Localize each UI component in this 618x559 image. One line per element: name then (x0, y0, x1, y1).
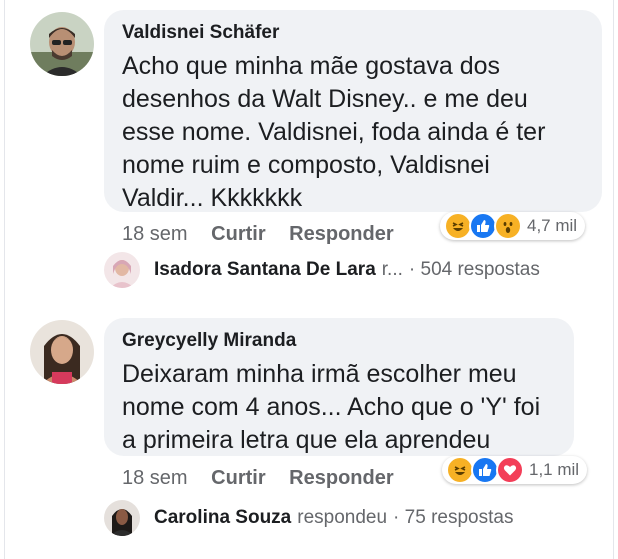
reply-action: r... (381, 259, 403, 280)
reply-avatar (104, 500, 140, 536)
reply-count: · 504 respostas (408, 259, 540, 280)
avatar[interactable] (30, 12, 94, 76)
view-replies-link[interactable]: Isadora Santana De Lara r... · 504 respo… (104, 252, 540, 288)
comment-text-line: desenhos da Walt Disney.. e me deu (122, 85, 528, 113)
wow-icon (494, 212, 522, 240)
comment-text: Acho que minha mãe gostava dos desenhos … (122, 50, 545, 215)
reply-avatar (104, 252, 140, 288)
reply-author: Isadora Santana De Lara (154, 259, 376, 280)
comment-actions: 18 sem Curtir Responder (122, 467, 412, 490)
reaction-count: 1,1 mil (529, 460, 580, 479)
frame-border-right (613, 0, 614, 559)
comment-author[interactable]: Valdisnei Schäfer (122, 22, 279, 44)
comment-text-line: a primeira letra que ela aprendeu (122, 426, 491, 454)
comment-text-line: Valdir... Kkkkkkk (122, 184, 303, 212)
reply-button[interactable]: Responder (289, 223, 393, 245)
avatar[interactable] (30, 320, 94, 384)
like-icon (469, 212, 497, 240)
comment-text-line: nome com 4 anos... Acho que o 'Y' foi (122, 393, 541, 421)
haha-icon (446, 456, 474, 484)
comment-text-line: nome ruim e composto, Valdisnei (122, 151, 490, 179)
like-icon (471, 456, 499, 484)
comment: Valdisnei Schäfer Acho que minha mãe gos… (24, 0, 602, 300)
comment-text: Deixaram minha irmã escolher meu nome co… (122, 358, 540, 457)
comment-bubble: Greycyelly Miranda Deixaram minha irmã e… (104, 318, 574, 456)
reaction-count: 4,7 mil (527, 216, 578, 235)
comment-text-line: Deixaram minha irmã escolher meu (122, 360, 517, 388)
haha-icon (444, 212, 472, 240)
reply-button[interactable]: Responder (289, 467, 393, 489)
view-replies-link[interactable]: Carolina Souza respondeu · 75 respostas (104, 500, 513, 536)
comment-text-line: Acho que minha mãe gostava dos (122, 52, 501, 80)
reply-author: Carolina Souza (154, 507, 292, 528)
comment: Greycyelly Miranda Deixaram minha irmã e… (24, 318, 598, 559)
comment-time[interactable]: 18 sem (122, 467, 188, 489)
like-button[interactable]: Curtir (211, 467, 265, 489)
comment-actions: 18 sem Curtir Responder (122, 223, 412, 246)
like-button[interactable]: Curtir (211, 223, 265, 245)
reaction-summary[interactable]: 4,7 mil (440, 212, 586, 240)
comment-bubble: Valdisnei Schäfer Acho que minha mãe gos… (104, 10, 602, 212)
comment-text-line: esse nome. Valdisnei, foda ainda é ter (122, 118, 546, 146)
reaction-summary[interactable]: 1,1 mil (442, 456, 588, 484)
comment-time[interactable]: 18 sem (122, 223, 188, 245)
reply-action: respondeu (297, 507, 388, 528)
reply-count: · 75 respostas (393, 507, 514, 528)
comment-author[interactable]: Greycyelly Miranda (122, 330, 296, 352)
love-icon (496, 456, 524, 484)
frame-border-left (4, 0, 5, 559)
